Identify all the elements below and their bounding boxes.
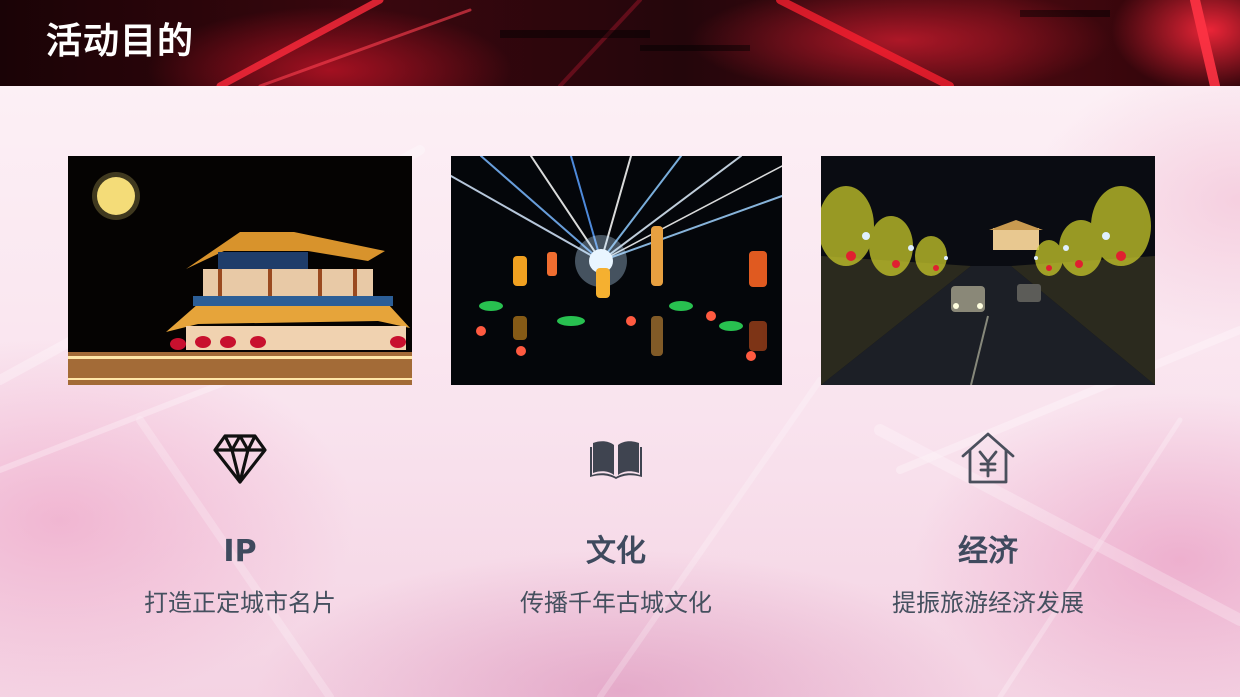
item-description: 传播千年古城文化 [520, 589, 712, 617]
purpose-item-ip: IP 打造正定城市名片 [70, 428, 410, 618]
photo-city-gate [68, 156, 412, 385]
diamond-icon [213, 434, 267, 484]
book-icon [590, 441, 642, 479]
header-band: 活动目的 [0, 0, 1240, 86]
yuan-house-icon [961, 432, 1015, 484]
page-title: 活动目的 [46, 21, 195, 62]
item-description: 打造正定城市名片 [144, 589, 336, 617]
item-title: IP [223, 534, 257, 569]
item-title: 经济 [958, 534, 1018, 569]
photo-lantern-festival [451, 156, 782, 385]
purpose-item-culture: 文化 传播千年古城文化 [446, 428, 786, 618]
photo-lantern-street [821, 156, 1155, 385]
purpose-item-economy: 经济 提振旅游经济发展 [818, 428, 1158, 618]
item-description: 提振旅游经济发展 [892, 589, 1084, 617]
item-title: 文化 [586, 534, 646, 569]
